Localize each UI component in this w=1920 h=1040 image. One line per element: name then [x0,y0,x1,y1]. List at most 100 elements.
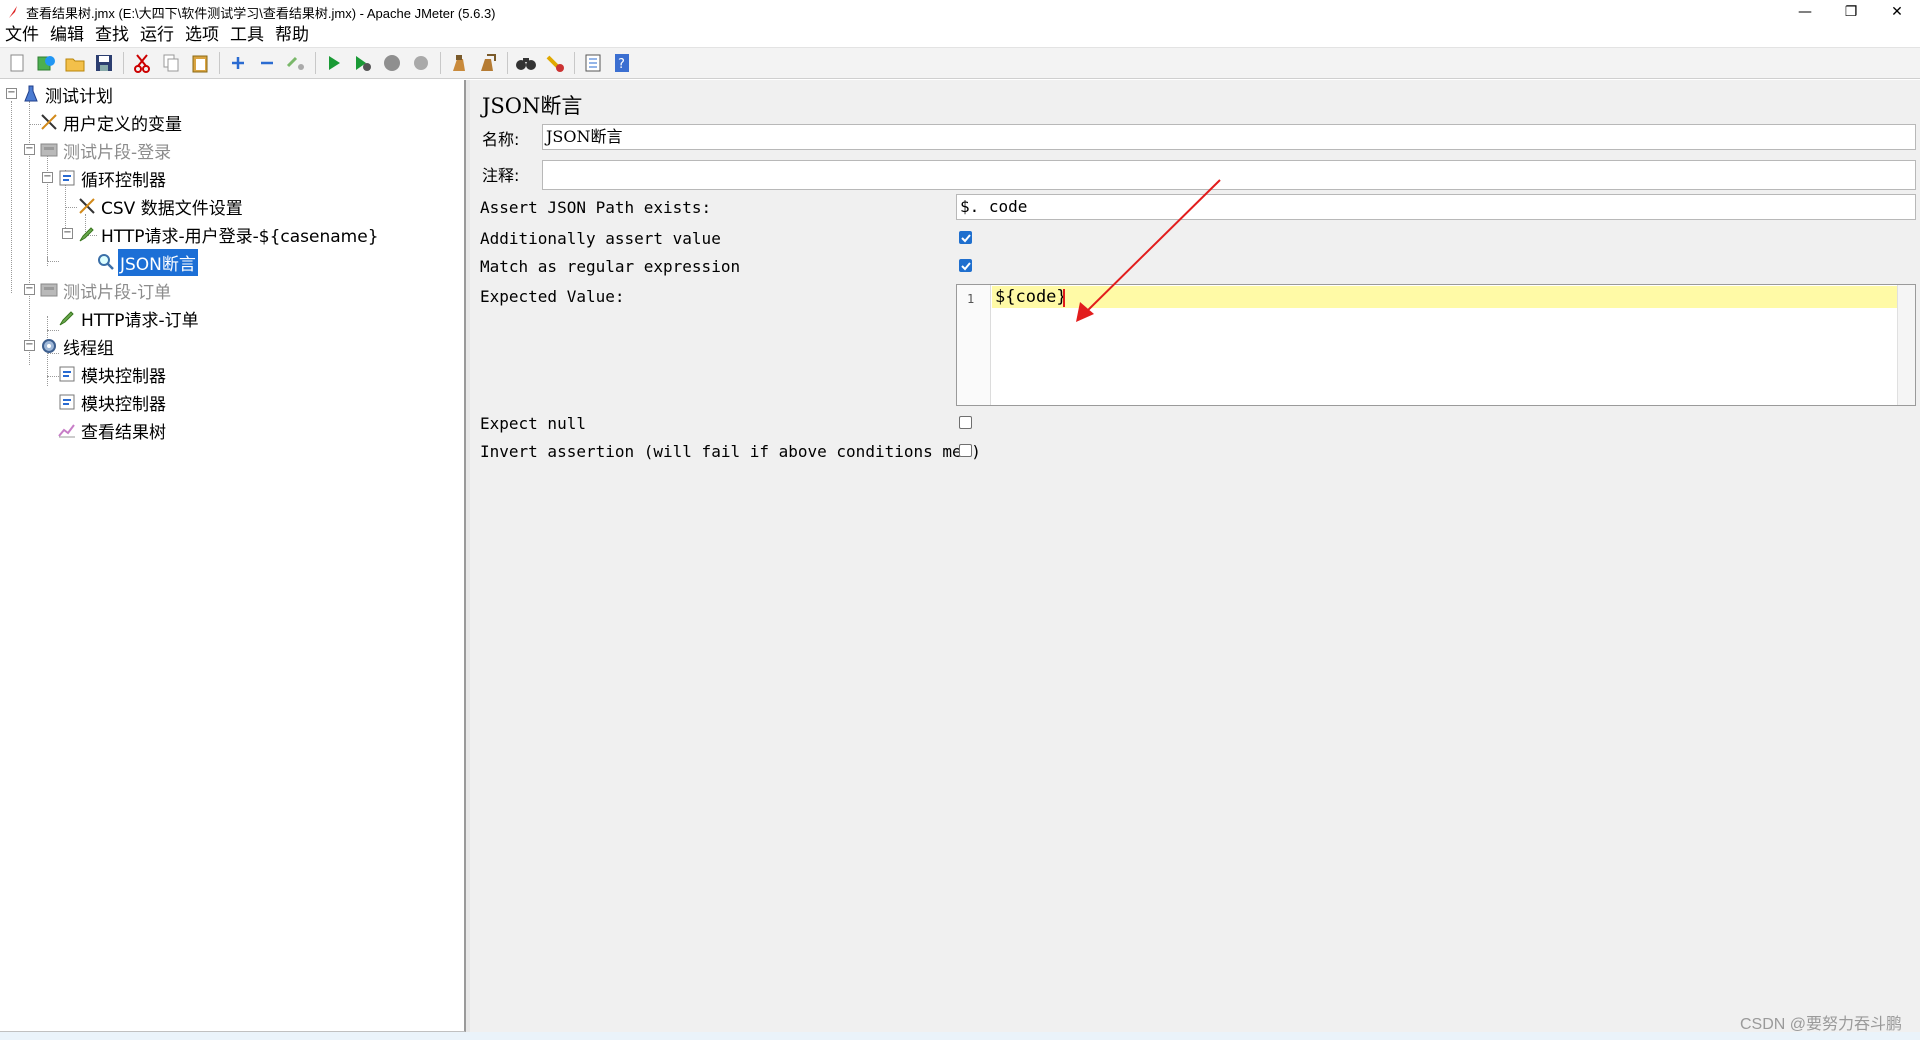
toolbar-separator [574,52,575,74]
collapse-icon[interactable] [254,50,280,76]
line-number: 1 [967,292,975,306]
tree-node-json-assertion[interactable]: JSON断言 [97,248,198,276]
tree-connector [47,330,59,331]
clear-all-icon[interactable] [475,50,501,76]
config-tools-icon [40,113,58,131]
clear-icon[interactable] [446,50,472,76]
tree-node-http-login[interactable]: − HTTP请求-用户登录-${casename} [62,222,381,247]
annotation-arrow-icon [1076,179,1221,322]
assertion-magnifier-icon [97,253,115,271]
bottom-strip [0,1032,1920,1040]
menu-bar: 文件 编辑 查找 运行 选项 工具 帮助 [0,24,1920,46]
save-icon[interactable] [91,50,117,76]
panel-title: JSON断言 [482,94,583,118]
collapse-toggle[interactable]: − [24,340,35,351]
minimize-button[interactable]: — [1782,0,1828,24]
tree-node-results-tree[interactable]: 查看结果树 [58,418,168,443]
tree-node-label: 测试片段-订单 [63,282,172,303]
tree-node-label: 模块控制器 [81,394,166,415]
tree-node-loop-controller[interactable]: − 循环控制器 [42,166,168,191]
menu-options[interactable]: 选项 [180,24,225,46]
tree-connector [47,145,48,261]
tree-connector [47,261,59,262]
menu-tools[interactable]: 工具 [225,24,270,46]
expected-value-label: Expected Value: [480,287,625,306]
svg-text:?: ? [618,57,625,72]
controller-icon [58,365,76,383]
collapse-toggle[interactable]: − [62,228,73,239]
cut-icon[interactable] [129,50,155,76]
function-helper-icon[interactable] [580,50,606,76]
menu-file[interactable]: 文件 [0,24,45,46]
tree-connector [29,101,30,365]
toolbar-separator [315,52,316,74]
open-icon[interactable] [62,50,88,76]
menu-edit[interactable]: 编辑 [45,24,90,46]
additionally-assert-checkbox[interactable] [959,231,972,244]
copy-icon[interactable] [158,50,184,76]
tree-node-module-controller-2[interactable]: 模块控制器 [58,390,168,415]
tree-node-csv-config[interactable]: CSV 数据文件设置 [78,194,245,219]
templates-icon[interactable] [33,50,59,76]
collapse-toggle[interactable]: − [24,284,35,295]
sampler-pen-icon [58,309,76,327]
restore-button[interactable]: ❐ [1828,0,1874,24]
jmeter-feather-icon [4,3,22,21]
toolbar: ? [0,47,1920,79]
tree-node-label: 测试计划 [45,86,113,107]
paste-icon[interactable] [187,50,213,76]
listener-chart-icon [58,421,76,439]
start-icon[interactable] [321,50,347,76]
menu-help[interactable]: 帮助 [270,24,315,46]
checkmark-icon [960,261,971,270]
collapse-toggle[interactable]: − [42,172,53,183]
invert-assertion-checkbox[interactable] [959,444,972,457]
shutdown-icon[interactable] [408,50,434,76]
stop-icon[interactable] [379,50,405,76]
collapse-toggle[interactable]: − [24,144,35,155]
tree-node-label: 用户定义的变量 [63,114,182,135]
config-tools-icon [78,197,96,215]
fragment-icon [40,281,58,299]
tree-node-label: 测试片段-登录 [63,142,172,163]
new-icon[interactable] [4,50,30,76]
reset-search-icon[interactable] [542,50,568,76]
tree-node-fragment-login[interactable]: − 测试片段-登录 [24,138,173,163]
test-plan-tree[interactable]: − 测试计划 用户定义的变量 − 测试片段-登录 − 循环控制器 CSV 数据文… [0,80,466,1032]
tree-node-http-order[interactable]: HTTP请求-订单 [58,306,201,331]
tree-node-fragment-order[interactable]: − 测试片段-订单 [24,278,173,303]
expect-null-checkbox[interactable] [959,416,972,429]
tree-node-label: CSV 数据文件设置 [101,198,243,219]
tree-node-label: 模块控制器 [81,366,166,387]
toggle-icon[interactable] [283,50,309,76]
controller-icon [58,169,76,187]
title-bar: 查看结果树.jmx (E:\大四下\软件测试学习\查看结果树.jmx) - Ap… [0,0,1920,24]
watermark: CSDN @要努力吞斗鹏 [1739,1016,1902,1033]
menu-run[interactable]: 运行 [135,24,180,46]
regex-label: Match as regular expression [480,257,741,276]
expect-null-label: Expect null [480,414,586,433]
checkmark-icon [960,233,971,242]
regex-checkbox[interactable] [959,259,972,272]
tree-node-label: 线程组 [63,338,114,359]
invert-assertion-label: Invert assertion (will fail if above con… [480,442,981,461]
tree-node-thread-group[interactable]: − 线程组 [24,334,116,359]
tree-node-module-controller-1[interactable]: 模块控制器 [58,362,168,387]
tree-node-test-plan[interactable]: − 测试计划 [6,82,115,107]
comment-label: 注释: [482,166,520,185]
expand-icon[interactable] [225,50,251,76]
json-assertion-panel: JSON断言 名称: JSON断言 注释: Assert JSON Path e… [470,80,1920,1032]
collapse-toggle[interactable]: − [6,88,17,99]
close-button[interactable]: ✕ [1874,0,1920,24]
tree-node-label: JSON断言 [118,248,198,276]
start-no-pauses-icon[interactable] [350,50,376,76]
help-icon[interactable]: ? [609,50,635,76]
expected-value-text[interactable]: ${code} [995,286,1067,308]
tree-node-user-variables[interactable]: 用户定义的变量 [40,110,184,135]
menu-search[interactable]: 查找 [90,24,135,46]
name-field[interactable]: JSON断言 [542,124,1916,150]
editor-scrollbar[interactable] [1897,285,1915,405]
search-icon[interactable] [513,50,539,76]
tree-connector [11,101,12,293]
tree-node-label: 循环控制器 [81,170,166,191]
